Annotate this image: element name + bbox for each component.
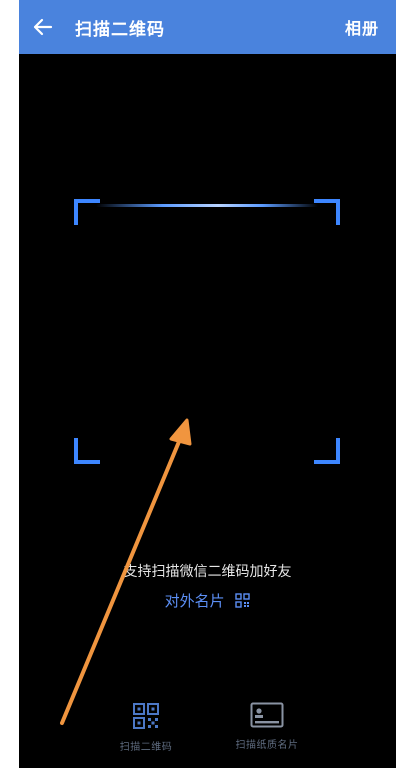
card-icon [250,702,284,728]
scan-frame [74,199,340,464]
business-card-link[interactable]: 对外名片 [19,590,396,611]
page-title: 扫描二维码 [75,19,165,40]
bottom-tab-bar: 扫描二维码 扫描纸质名片 [19,690,396,768]
phone-screen: 扫描二维码 相册 支持扫描微信二维码加好友 对外名片 扫描二维码 扫描纸质名片 [19,0,396,768]
top-app-bar: 扫描二维码 相册 [19,0,396,54]
arrow-left-icon [33,18,53,36]
tab-scan-qr-code-label: 扫描二维码 [119,742,173,753]
album-button[interactable]: 相册 [345,0,379,54]
qr-code-icon [133,703,159,729]
back-button[interactable] [21,0,65,54]
frame-corner-top-right [314,199,340,225]
tab-scan-paper-card-label: 扫描纸质名片 [235,740,299,751]
tab-scan-paper-card[interactable]: 扫描纸质名片 [212,702,322,751]
tab-scan-qr-code[interactable]: 扫描二维码 [91,702,201,753]
qr-code-small-icon [235,593,251,608]
scan-line [96,204,318,207]
frame-corner-bottom-right [314,438,340,464]
frame-corner-top-left [74,199,100,225]
frame-corner-bottom-left [74,438,100,464]
business-card-label: 对外名片 [164,592,225,610]
scan-hint-text: 支持扫描微信二维码加好友 [123,564,292,580]
